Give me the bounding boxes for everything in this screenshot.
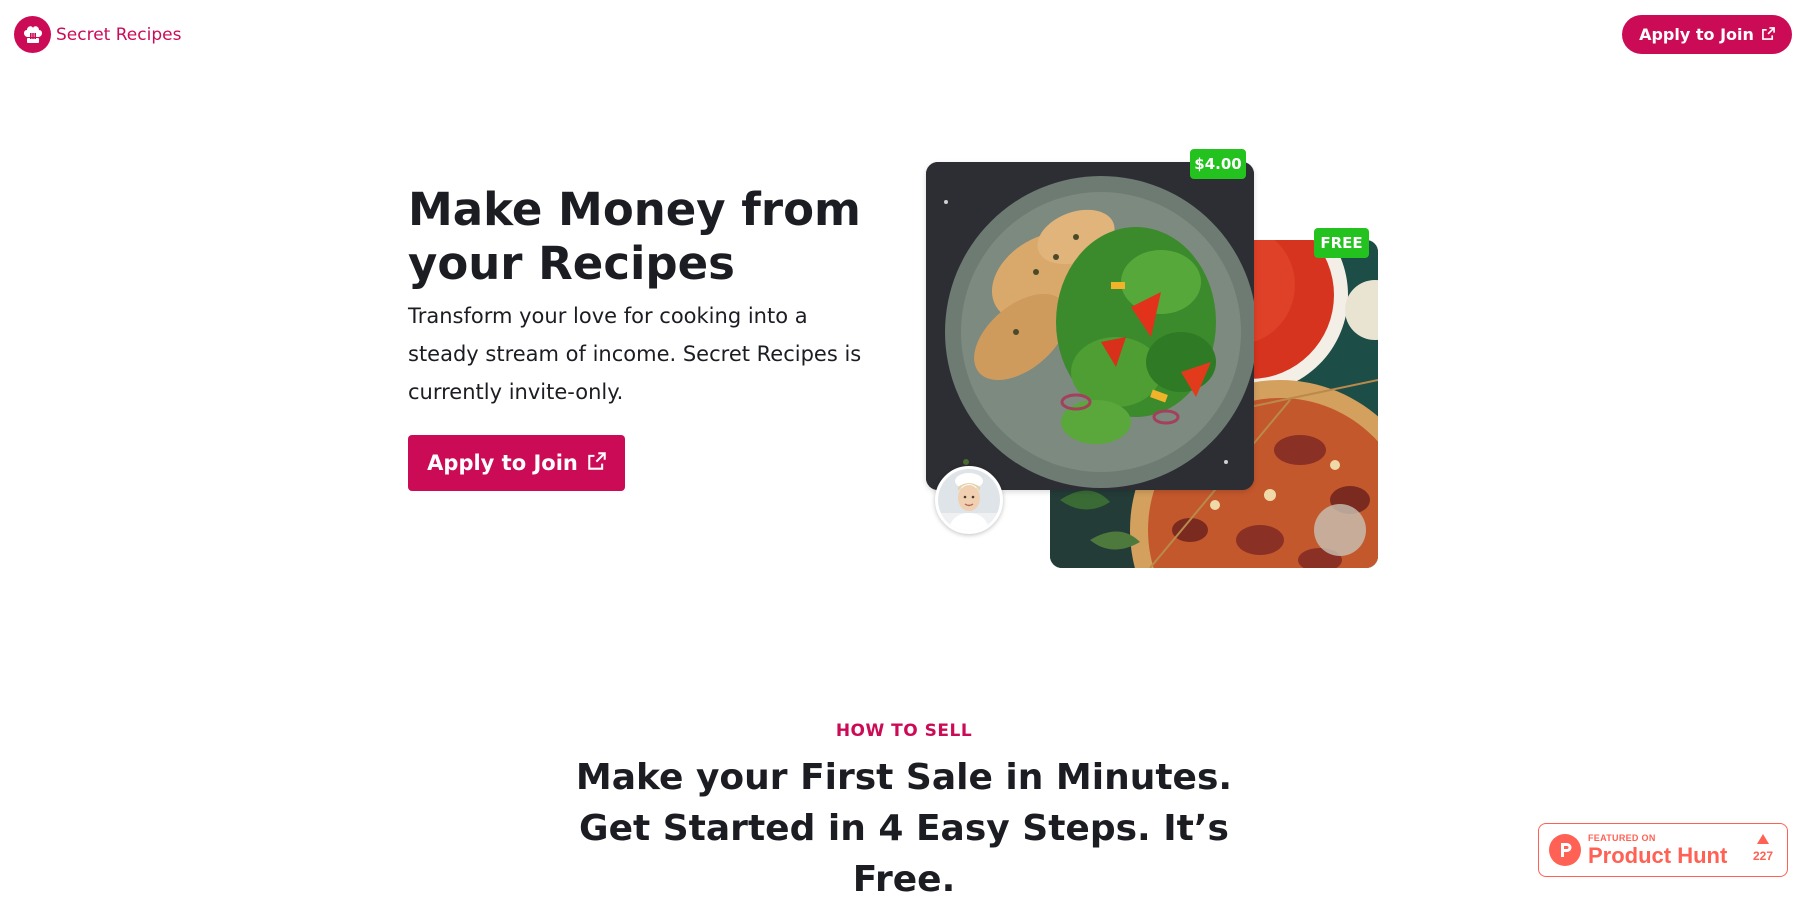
header-apply-label: Apply to Join xyxy=(1639,25,1754,44)
product-hunt-badge[interactable]: FEATURED ON Product Hunt 227 xyxy=(1538,823,1788,877)
hero-subtitle: Transform your love for cooking into a s… xyxy=(408,304,862,404)
chef-avatar xyxy=(935,466,1003,534)
brand-logo-link[interactable]: Secret Recipes xyxy=(14,16,181,53)
page: Secret Recipes Apply to Join Make Money … xyxy=(0,0,1808,897)
ph-featured-label: FEATURED ON xyxy=(1588,832,1656,843)
product-hunt-logo-icon xyxy=(1549,834,1581,866)
ph-vote-count: 227 xyxy=(1752,849,1773,863)
brand-name: Secret Recipes xyxy=(56,24,182,45)
header-apply-button[interactable]: Apply to Join xyxy=(1622,15,1792,54)
ph-votes: 227 xyxy=(1753,834,1773,863)
product-hunt-text: FEATURED ON Product Hunt xyxy=(1588,832,1728,868)
upvote-arrow-icon xyxy=(1756,834,1769,844)
chicken-salad-image xyxy=(926,162,1254,490)
external-link-icon xyxy=(588,451,606,475)
price-badge: $4.00 xyxy=(1190,149,1246,179)
how-to-sell-title: Make your First Sale in Minutes. Get Sta… xyxy=(575,757,1233,897)
chef-hat-icon xyxy=(14,16,51,53)
hero-title: Make Money from your Recipes xyxy=(408,183,861,290)
hero-apply-label: Apply to Join xyxy=(427,451,578,475)
free-badge: FREE xyxy=(1314,228,1369,258)
external-link-icon xyxy=(1761,25,1775,44)
ph-name: Product Hunt xyxy=(1588,842,1728,868)
hero-apply-button[interactable]: Apply to Join xyxy=(408,435,625,491)
how-to-sell-eyebrow: HOW TO SELL xyxy=(835,721,973,741)
